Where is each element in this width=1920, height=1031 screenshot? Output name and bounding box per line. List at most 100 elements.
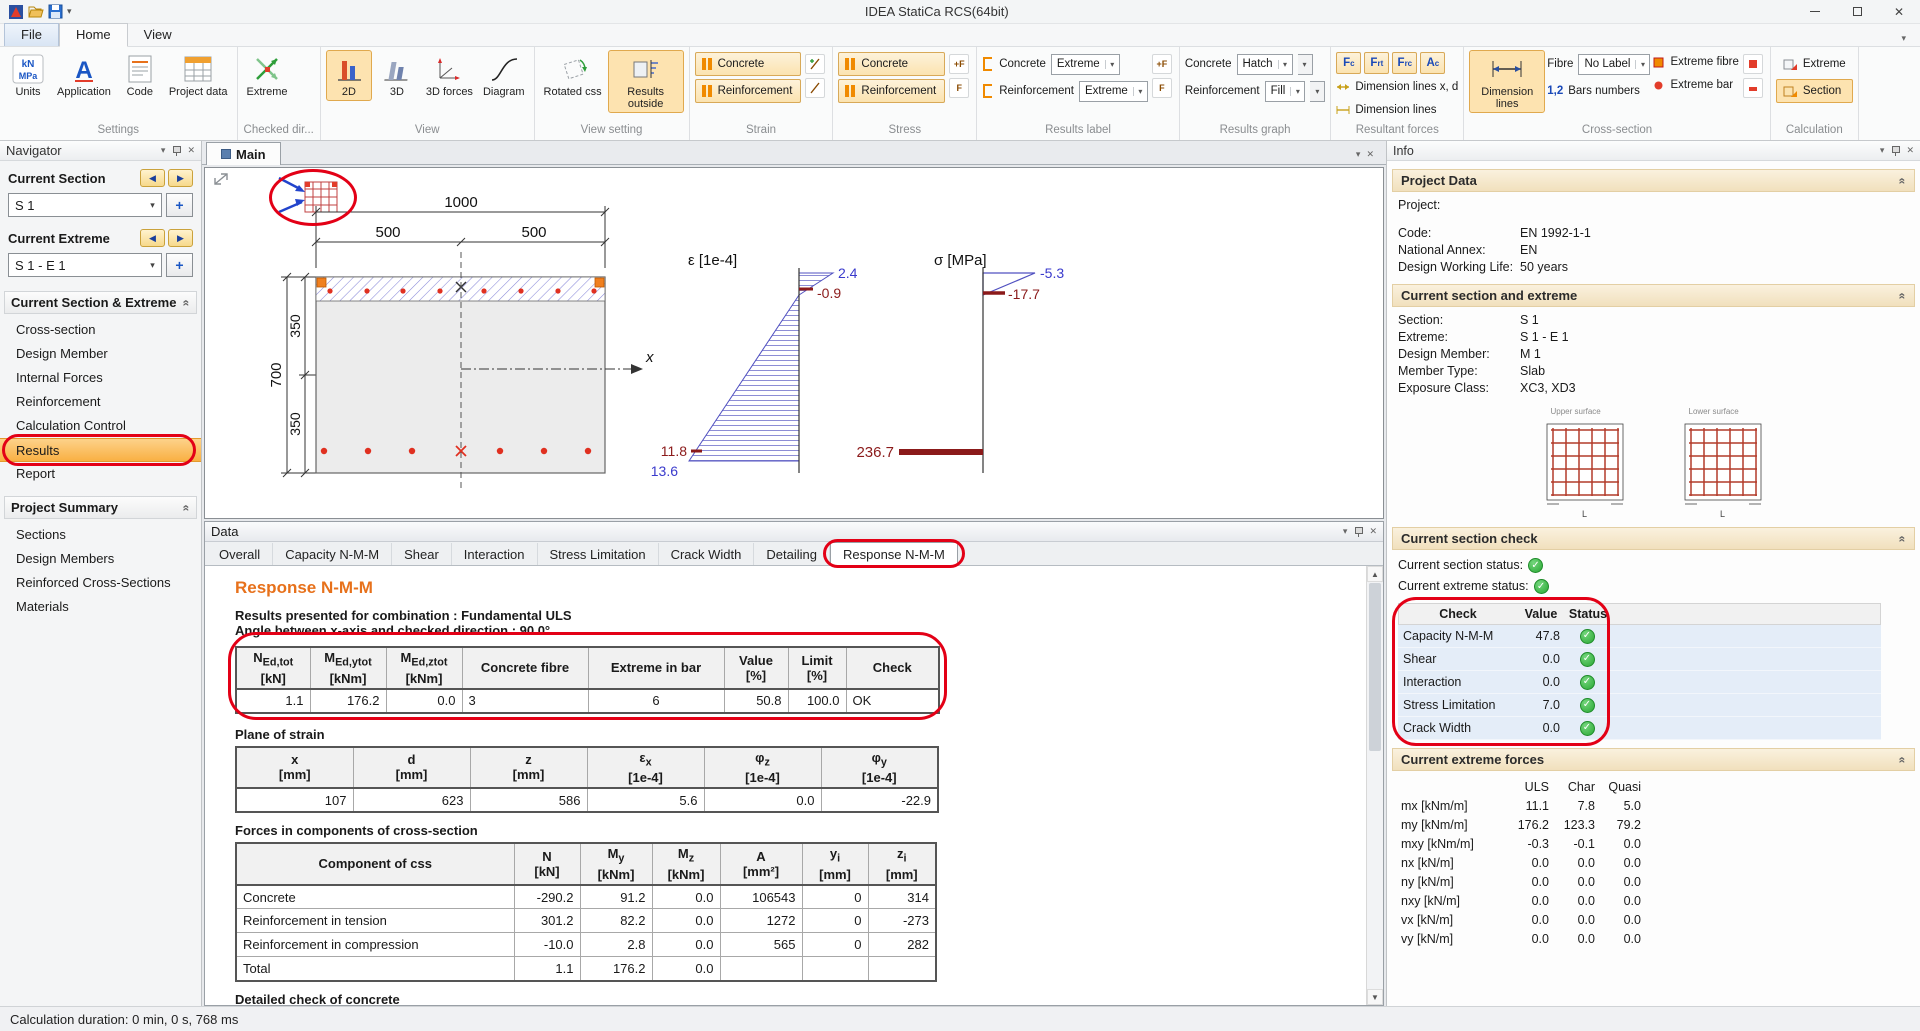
- add-extreme-button[interactable]: +: [166, 253, 193, 277]
- check-row[interactable]: Crack Width 0.0 ✓: [1398, 717, 1881, 740]
- results-outside-button[interactable]: Results outside: [608, 50, 684, 113]
- tab-detailing[interactable]: Detailing: [754, 543, 830, 565]
- next-extreme-button[interactable]: ▶: [168, 229, 193, 247]
- stress-add-force-icon[interactable]: +F: [949, 54, 969, 74]
- tab-response-nmm[interactable]: Response N-M-M: [830, 542, 958, 566]
- extreme-fibre-check[interactable]: Extreme fibre: [1652, 52, 1738, 72]
- nav-item-calculation-control[interactable]: Calculation Control: [0, 414, 201, 438]
- extreme-bar-mini-icon[interactable]: [1743, 78, 1763, 98]
- nav-item-report[interactable]: Report: [0, 462, 201, 486]
- pin-icon[interactable]: [171, 145, 181, 156]
- stress-reinforcement-toggle[interactable]: Reinforcement: [838, 79, 945, 103]
- drawing-canvas[interactable]: 1000 500 500 700 350 350: [204, 167, 1384, 519]
- tab-home[interactable]: Home: [59, 23, 128, 47]
- view-3d-button[interactable]: 3D: [374, 50, 420, 101]
- resultant-frt-button[interactable]: Frt: [1364, 52, 1389, 74]
- results-graph-concrete-select[interactable]: Hatch▾: [1237, 54, 1293, 75]
- results-graph-concrete-split-icon[interactable]: ▾: [1298, 54, 1313, 75]
- nav-item-results[interactable]: Results: [0, 438, 201, 462]
- check-row[interactable]: Capacity N-M-M 47.8 ✓: [1398, 625, 1881, 648]
- dimension-lines-check[interactable]: Dimension lines: [1336, 100, 1458, 120]
- strain-diagram-icon[interactable]: [805, 78, 825, 98]
- close-button[interactable]: ✕: [1878, 0, 1920, 23]
- label-extreme-icon[interactable]: F: [1152, 78, 1172, 98]
- close-icon[interactable]: ✕: [1369, 526, 1377, 537]
- cross-section-dimension-lines-button[interactable]: Dimension lines: [1469, 50, 1545, 113]
- pin-icon[interactable]: [1890, 145, 1900, 156]
- maximize-button[interactable]: [1836, 0, 1878, 23]
- tab-main[interactable]: Main: [206, 142, 281, 165]
- panel-menu-icon[interactable]: ▾: [1880, 145, 1885, 156]
- check-row[interactable]: Shear 0.0 ✓: [1398, 648, 1881, 671]
- code-button[interactable]: Code: [117, 50, 163, 101]
- results-graph-reinforcement-split-icon[interactable]: ▾: [1310, 81, 1325, 102]
- prev-extreme-button[interactable]: ◀: [140, 229, 165, 247]
- nav-item-design-members[interactable]: Design Members: [0, 547, 201, 571]
- vertical-scrollbar[interactable]: ▲ ▼: [1366, 566, 1383, 1005]
- panel-menu-icon[interactable]: ▾: [1343, 526, 1348, 537]
- resultant-fc-button[interactable]: Fc: [1336, 52, 1361, 74]
- next-section-button[interactable]: ▶: [168, 169, 193, 187]
- scrollbar-thumb[interactable]: [1369, 583, 1381, 751]
- results-label-reinforcement-select[interactable]: Extreme▾: [1079, 81, 1148, 102]
- panel-menu-icon[interactable]: ▾: [161, 145, 166, 156]
- scroll-up-button[interactable]: ▲: [1367, 566, 1383, 582]
- nav-item-sections[interactable]: Sections: [0, 523, 201, 547]
- strain-reinforcement-toggle[interactable]: Reinforcement: [695, 79, 802, 103]
- qat-customize-icon[interactable]: ▾: [67, 6, 72, 17]
- tab-capacity-nmm[interactable]: Capacity N-M-M: [273, 543, 392, 565]
- extreme-fibre-mini-icon[interactable]: [1743, 54, 1763, 74]
- label-add-extreme-icon[interactable]: +F: [1152, 54, 1172, 74]
- dock-menu-icon[interactable]: ▾: [1356, 149, 1361, 160]
- add-section-button[interactable]: +: [166, 193, 193, 217]
- save-icon[interactable]: [48, 4, 63, 19]
- nav-item-reinforced-cross-sections[interactable]: Reinforced Cross-Sections: [0, 571, 201, 595]
- tab-stress-limitation[interactable]: Stress Limitation: [538, 543, 659, 565]
- calculation-section-button[interactable]: Section: [1776, 79, 1853, 103]
- project-data-header[interactable]: Project Data «: [1392, 169, 1915, 192]
- rotated-css-button[interactable]: Rotated css: [540, 50, 606, 101]
- nav-item-design-member[interactable]: Design Member: [0, 342, 201, 366]
- nav-item-materials[interactable]: Materials: [0, 595, 201, 619]
- open-icon[interactable]: [28, 5, 44, 19]
- collapse-ribbon-icon[interactable]: ▾: [1895, 31, 1912, 46]
- results-label-concrete-select[interactable]: Extreme▾: [1051, 54, 1120, 75]
- results-graph-reinforcement-select[interactable]: Fill▾: [1265, 81, 1306, 102]
- check-row[interactable]: Interaction 0.0 ✓: [1398, 671, 1881, 694]
- tab-interaction[interactable]: Interaction: [452, 543, 538, 565]
- tab-shear[interactable]: Shear: [392, 543, 452, 565]
- scroll-down-button[interactable]: ▼: [1367, 989, 1383, 1005]
- view-2d-button[interactable]: 2D: [326, 50, 372, 101]
- current-section-header[interactable]: Current section and extreme «: [1392, 284, 1915, 307]
- close-view-icon[interactable]: ✕: [1366, 149, 1374, 160]
- section-extreme-header[interactable]: Current Section & Extreme «: [4, 291, 197, 314]
- calculation-extreme-button[interactable]: Extreme: [1776, 52, 1853, 76]
- application-button[interactable]: A Application: [53, 50, 115, 101]
- nav-item-reinforcement[interactable]: Reinforcement: [0, 390, 201, 414]
- minimize-button[interactable]: [1794, 0, 1836, 23]
- resultant-ac-button[interactable]: Ac: [1420, 52, 1445, 74]
- view-3d-forces-button[interactable]: 3D forces: [422, 50, 477, 101]
- nav-item-internal-forces[interactable]: Internal Forces: [0, 366, 201, 390]
- dimension-lines-xd-check[interactable]: Dimension lines x, d: [1336, 77, 1458, 97]
- current-section-check-header[interactable]: Current section check «: [1392, 527, 1915, 550]
- current-extreme-select[interactable]: S 1 - E 1▾: [8, 253, 162, 277]
- stress-concrete-toggle[interactable]: Concrete: [838, 52, 945, 76]
- view-diagram-button[interactable]: Diagram: [479, 50, 529, 101]
- project-summary-header[interactable]: Project Summary «: [4, 496, 197, 519]
- tab-overall[interactable]: Overall: [207, 543, 273, 565]
- prev-section-button[interactable]: ◀: [140, 169, 165, 187]
- tab-crack-width[interactable]: Crack Width: [659, 543, 755, 565]
- current-section-select[interactable]: S 1▾: [8, 193, 162, 217]
- strain-concrete-toggle[interactable]: Concrete: [695, 52, 802, 76]
- tab-file[interactable]: File: [4, 23, 59, 46]
- strain-add-diagram-icon[interactable]: [805, 54, 825, 74]
- nav-item-cross-section[interactable]: Cross-section: [0, 318, 201, 342]
- close-icon[interactable]: ✕: [1906, 145, 1914, 156]
- check-row[interactable]: Stress Limitation 7.0 ✓: [1398, 694, 1881, 717]
- tab-view[interactable]: View: [128, 24, 188, 46]
- units-button[interactable]: kNMPa Units: [5, 50, 51, 101]
- checked-direction-extreme-button[interactable]: Extreme: [243, 50, 292, 101]
- project-data-button[interactable]: Project data: [165, 50, 232, 101]
- extreme-forces-header[interactable]: Current extreme forces «: [1392, 748, 1915, 771]
